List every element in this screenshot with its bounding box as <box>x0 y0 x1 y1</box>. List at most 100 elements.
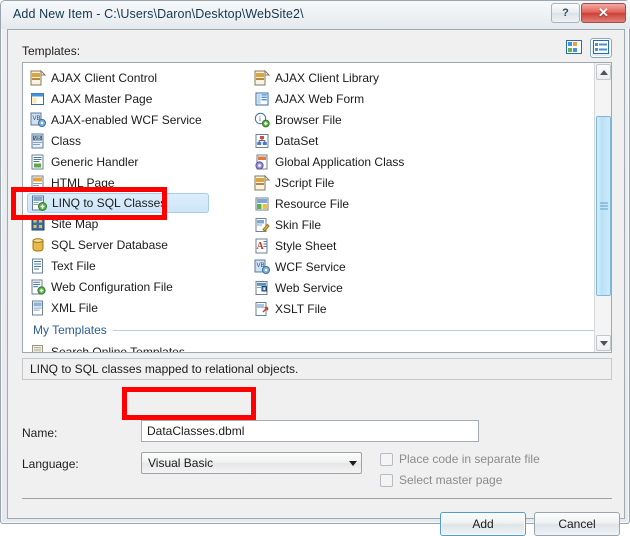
template-item-browser-file[interactable]: i Browser File <box>251 109 481 130</box>
view-mode-buttons <box>563 38 612 58</box>
template-description: LINQ to SQL classes mapped to relational… <box>22 358 612 380</box>
template-item-label: HTML Page <box>51 175 115 190</box>
template-item-generic-handler[interactable]: Generic Handler <box>27 151 257 172</box>
web-service-icon <box>254 280 270 296</box>
linq-to-sql-icon <box>31 195 47 211</box>
template-item-web-service[interactable]: Web Service <box>251 277 481 298</box>
generic-handler-icon <box>30 154 46 170</box>
search-online-templates-item[interactable]: Search Online Templates... <box>27 341 195 352</box>
template-item-text-file[interactable]: Text File <box>27 255 257 276</box>
global-application-icon <box>254 154 270 170</box>
template-item-label: Generic Handler <box>51 154 139 169</box>
window-title: Add New Item - C:\Users\Daron\Desktop\We… <box>13 7 304 21</box>
template-item-ajax-web-form[interactable]: AJAX Web Form <box>251 88 481 109</box>
search-online-icon <box>30 344 46 352</box>
wcf-service-icon: VB <box>254 259 270 275</box>
template-item-ajax-client-library[interactable]: AJAX Client Library <box>251 67 481 88</box>
template-item-skin-file[interactable]: Skin File <box>251 214 481 235</box>
template-item-sql-server-database[interactable]: SQL Server Database <box>27 234 257 255</box>
template-item-site-map[interactable]: Site Map <box>27 213 257 234</box>
template-item-class[interactable]: VB Class <box>27 130 257 151</box>
template-item-ajax-enabled-wcf-service[interactable]: VB AJAX-enabled WCF Service <box>27 109 257 130</box>
wcf-service-icon: VB <box>30 112 46 128</box>
language-selected-value: Visual Basic <box>148 456 214 470</box>
place-code-in-separate-file-row[interactable]: Place code in separate file <box>380 452 540 466</box>
template-item-label: Browser File <box>275 112 342 127</box>
template-item-label: AJAX Master Page <box>51 91 153 106</box>
html-page-icon <box>30 175 46 191</box>
svg-text:i: i <box>259 115 261 123</box>
cancel-button[interactable]: Cancel <box>534 512 620 536</box>
template-item-label: Web Service <box>275 280 343 295</box>
close-button[interactable]: ✕ <box>581 3 626 23</box>
svg-text:A: A <box>257 241 265 252</box>
add-new-item-dialog: Add New Item - C:\Users\Daron\Desktop\We… <box>0 0 630 536</box>
group-separator-line <box>112 329 597 331</box>
ajax-client-library-icon <box>254 69 271 86</box>
template-item-jscript-file[interactable]: JScript File <box>251 172 481 193</box>
template-item-label: DataSet <box>275 133 319 148</box>
dataset-icon <box>254 133 270 149</box>
template-item-label: Web Configuration File <box>51 279 173 294</box>
master-page-icon <box>30 91 46 107</box>
template-item-xml-file[interactable]: XML File <box>27 297 257 318</box>
jscript-file-icon <box>254 174 271 191</box>
list-view-icon <box>593 39 609 57</box>
template-item-label: Skin File <box>275 217 322 232</box>
template-item-linq-to-sql-classes[interactable]: LINQ to SQL Classes <box>27 193 209 213</box>
select-master-page-checkbox[interactable] <box>380 473 393 487</box>
template-item-label: XSLT File <box>275 301 327 316</box>
style-sheet-icon: A <box>254 238 270 254</box>
language-label: Language: <box>22 457 79 471</box>
templates-left-column: AJAX Client Control AJAX Master Page VB … <box>27 67 257 318</box>
title-bar[interactable]: Add New Item - C:\Users\Daron\Desktop\We… <box>1 1 630 29</box>
web-form-icon <box>254 91 270 107</box>
language-dropdown[interactable]: Visual Basic <box>141 452 362 474</box>
footer-separator <box>22 498 612 499</box>
add-button[interactable]: Add <box>440 512 526 536</box>
my-templates-label: My Templates <box>33 323 107 337</box>
template-item-label: Style Sheet <box>275 238 337 253</box>
template-item-ajax-client-control[interactable]: AJAX Client Control <box>27 67 257 88</box>
xslt-file-icon <box>254 301 270 317</box>
svg-text:VB: VB <box>34 135 41 141</box>
template-item-label: LINQ to SQL Classes <box>52 196 167 210</box>
scroll-up-arrow-icon[interactable] <box>596 64 611 80</box>
templates-listbox[interactable]: AJAX Client Control AJAX Master Page VB … <box>22 62 612 353</box>
scrollbar-thumb[interactable] <box>596 116 611 296</box>
template-item-wcf-service[interactable]: VB WCF Service <box>251 256 481 277</box>
template-item-dataset[interactable]: DataSet <box>251 130 481 151</box>
list-view-button[interactable] <box>590 38 612 58</box>
templates-scrollbar[interactable] <box>594 63 611 352</box>
name-label: Name: <box>22 426 58 440</box>
site-map-icon <box>30 216 46 232</box>
scroll-down-arrow-icon[interactable] <box>596 335 611 351</box>
place-code-checkbox[interactable] <box>380 452 393 466</box>
template-item-label: JScript File <box>275 175 335 190</box>
help-button[interactable]: ? <box>551 3 580 23</box>
title-bar-buttons: ? ✕ <box>550 3 626 23</box>
web-config-icon <box>30 279 46 295</box>
class-icon: VB <box>30 133 46 149</box>
select-master-page-row[interactable]: Select master page <box>380 473 502 487</box>
template-item-label: Class <box>51 133 82 148</box>
templates-label: Templates: <box>22 44 81 58</box>
template-item-web-configuration-file[interactable]: Web Configuration File <box>27 276 257 297</box>
template-item-label: Text File <box>51 258 96 273</box>
template-item-label: SQL Server Database <box>51 237 168 252</box>
template-item-label: WCF Service <box>275 259 346 274</box>
template-item-label: AJAX Web Form <box>275 91 365 106</box>
name-input[interactable] <box>141 420 479 442</box>
skin-file-icon <box>254 217 270 233</box>
template-item-html-page[interactable]: HTML Page <box>27 172 257 193</box>
template-item-style-sheet[interactable]: A Style Sheet <box>251 235 481 256</box>
resource-file-icon <box>254 196 270 212</box>
template-item-label: XML File <box>51 300 98 315</box>
tiles-view-button[interactable] <box>563 38 585 58</box>
template-item-resource-file[interactable]: Resource File <box>251 193 481 214</box>
template-item-label: AJAX Client Library <box>275 70 380 85</box>
ajax-client-control-icon <box>30 69 47 86</box>
template-item-ajax-master-page[interactable]: AJAX Master Page <box>27 88 257 109</box>
template-item-global-application-class[interactable]: Global Application Class <box>251 151 481 172</box>
template-item-xslt-file[interactable]: XSLT File <box>251 298 481 319</box>
